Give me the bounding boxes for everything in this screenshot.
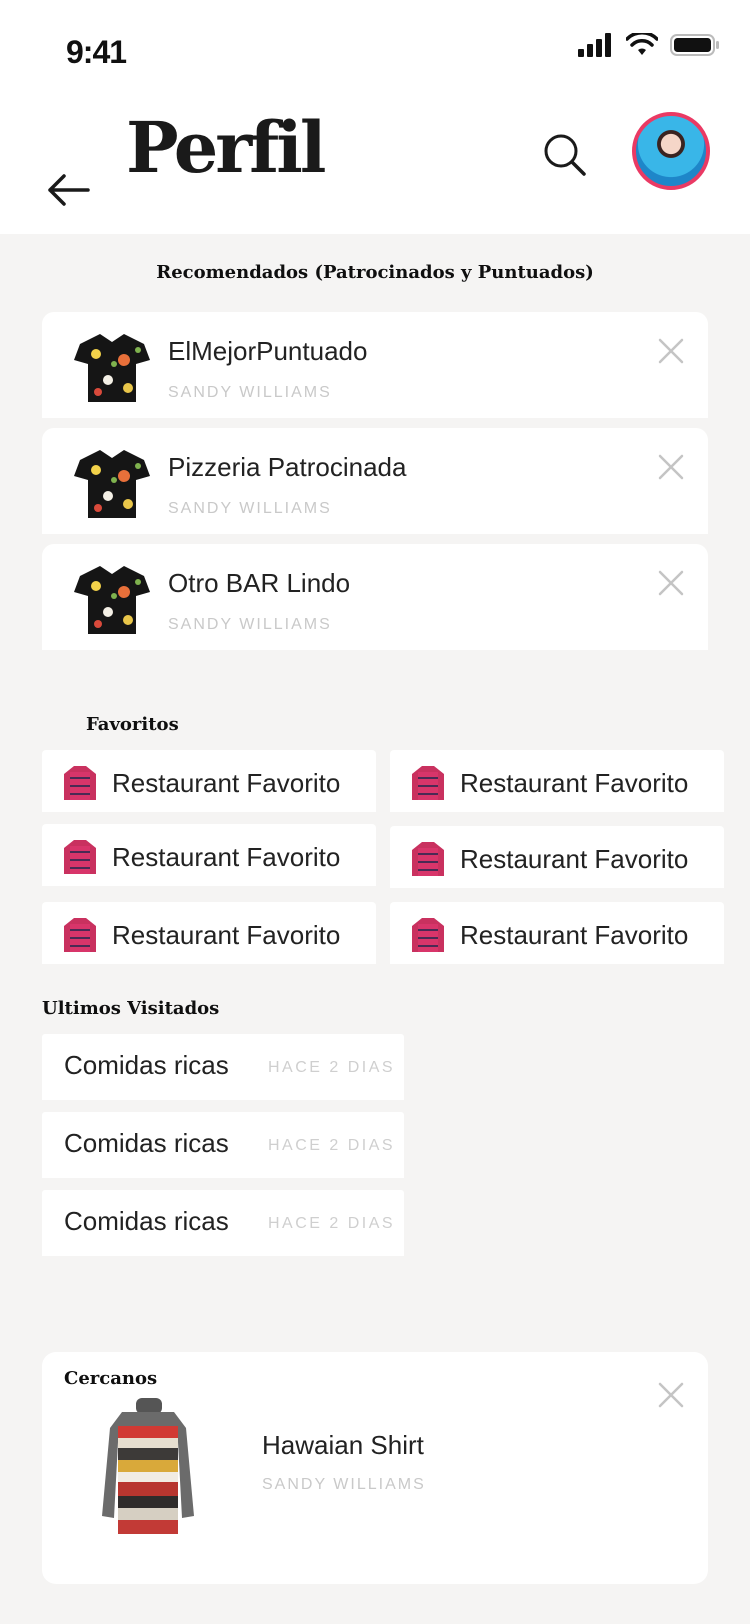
nearby-card[interactable]: Cercanos Hawaian Shirt SANDY WILLIAMS <box>42 1352 708 1584</box>
sweater-icon <box>64 766 96 800</box>
favorite-item[interactable]: Restaurant Favorito <box>42 824 376 886</box>
favorite-label: Restaurant Favorito <box>112 768 341 798</box>
favorite-label: Restaurant Favorito <box>460 768 689 798</box>
close-icon[interactable] <box>658 338 684 364</box>
recent-time: HACE 2 DIAS <box>268 1137 396 1154</box>
sweater-icon <box>64 840 96 874</box>
card-title: Otro BAR Lindo <box>168 568 351 598</box>
favorite-item[interactable]: Restaurant Favorito <box>390 902 724 964</box>
sweater-icon <box>412 842 444 876</box>
sweater-icon <box>64 918 96 952</box>
wifi-icon <box>626 33 658 55</box>
battery-icon <box>670 34 719 56</box>
recommended-card[interactable]: Otro BAR Lindo SANDY WILLIAMS <box>42 544 708 650</box>
nearby-title: Cercanos <box>64 1368 158 1389</box>
status-time: 9:41 <box>66 34 127 70</box>
recent-item[interactable]: Comidas ricas HACE 2 DIAS <box>42 1190 404 1256</box>
page-title: Perfil <box>126 106 326 189</box>
favorite-item[interactable]: Restaurant Favorito <box>42 902 376 964</box>
back-arrow-icon[interactable] <box>44 170 92 210</box>
favorite-item[interactable]: Restaurant Favorito <box>390 826 724 888</box>
card-subtitle: SANDY WILLIAMS <box>168 384 332 401</box>
card-subtitle: SANDY WILLIAMS <box>168 500 332 517</box>
favorite-item[interactable]: Restaurant Favorito <box>42 750 376 812</box>
recent-time: HACE 2 DIAS <box>268 1215 396 1232</box>
recent-name: Comidas ricas <box>64 1128 229 1158</box>
nearby-subtitle: SANDY WILLIAMS <box>262 1476 426 1493</box>
favorites-title: Favoritos <box>86 714 179 735</box>
favorite-label: Restaurant Favorito <box>460 920 689 950</box>
favorite-item[interactable]: Restaurant Favorito <box>390 750 724 812</box>
recent-time: HACE 2 DIAS <box>268 1059 396 1076</box>
card-title: ElMejorPuntuado <box>168 336 368 366</box>
recommended-title: Recomendados (Patrocinados y Puntuados) <box>156 262 594 283</box>
status-icons <box>578 33 720 57</box>
striped-sweater-image <box>102 1398 194 1534</box>
recommended-card[interactable]: ElMejorPuntuado SANDY WILLIAMS <box>42 312 708 418</box>
hawaiian-shirt-icon <box>74 566 150 634</box>
recent-item[interactable]: Comidas ricas HACE 2 DIAS <box>42 1034 404 1100</box>
favorite-label: Restaurant Favorito <box>112 920 341 950</box>
recent-name: Comidas ricas <box>64 1050 229 1080</box>
header: 9:41 Perfil <box>0 0 750 234</box>
search-icon[interactable] <box>540 130 588 178</box>
recent-item[interactable]: Comidas ricas HACE 2 DIAS <box>42 1112 404 1178</box>
nearby-name: Hawaian Shirt <box>262 1430 424 1460</box>
close-icon[interactable] <box>658 1382 684 1408</box>
hawaiian-shirt-icon <box>74 450 150 518</box>
recent-name: Comidas ricas <box>64 1206 229 1236</box>
card-subtitle: SANDY WILLIAMS <box>168 616 332 633</box>
recommended-card[interactable]: Pizzeria Patrocinada SANDY WILLIAMS <box>42 428 708 534</box>
profile-screen: 9:41 Perfil Recomendados (Patrocinados y… <box>0 0 750 1624</box>
recent-title: Ultimos Visitados <box>42 998 220 1019</box>
card-title: Pizzeria Patrocinada <box>168 452 407 482</box>
close-icon[interactable] <box>658 570 684 596</box>
sweater-icon <box>412 766 444 800</box>
favorite-label: Restaurant Favorito <box>112 842 341 872</box>
avatar[interactable] <box>632 112 710 190</box>
signal-icon <box>578 33 611 57</box>
favorite-label: Restaurant Favorito <box>460 844 689 874</box>
hawaiian-shirt-icon <box>74 334 150 402</box>
sweater-icon <box>412 918 444 952</box>
close-icon[interactable] <box>658 454 684 480</box>
